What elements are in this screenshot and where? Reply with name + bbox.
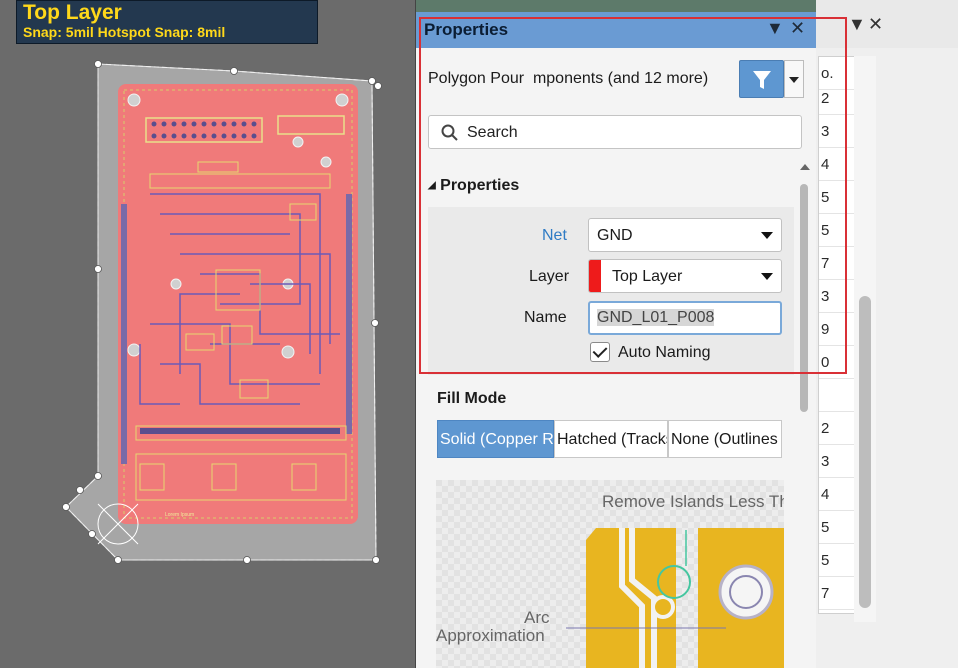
- panel-menu-icon[interactable]: ▼: [848, 14, 866, 35]
- name-field[interactable]: GND_L01_P008: [588, 301, 782, 335]
- chevron-down-icon: [789, 77, 799, 83]
- properties-section-title: Properties: [440, 177, 520, 194]
- background-panel: ▼ ✕ o. 2 3 4 5 5 7 3 9 0 2 3 4 5 5 7: [810, 0, 958, 668]
- background-panel-header: ▼ ✕: [810, 0, 958, 48]
- net-value: GND: [597, 227, 633, 244]
- net-label[interactable]: Net: [542, 227, 567, 245]
- filter-button[interactable]: [739, 60, 784, 98]
- collapse-triangle-icon: ◢: [428, 180, 436, 191]
- background-scrollbar-thumb[interactable]: [859, 296, 871, 608]
- panel-menu-icon[interactable]: ▼: [766, 18, 784, 39]
- background-scrollbar[interactable]: [854, 56, 876, 622]
- approximation-callout: Approximation: [436, 626, 545, 645]
- properties-panel-header: Properties ▼ ✕: [416, 12, 816, 48]
- pcb-canvas[interactable]: Lorem Ipsum: [0, 44, 414, 668]
- auto-naming-checkbox[interactable]: [590, 342, 610, 362]
- filter-dropdown-button[interactable]: [784, 60, 804, 98]
- selection-filter-summary: Polygon Pour mponents (and 12 more): [428, 70, 709, 87]
- arc-callout: Arc: [524, 608, 550, 627]
- panel-top-strip: [416, 0, 816, 12]
- scroll-up-icon: [800, 164, 810, 170]
- layer-label: Layer: [529, 268, 570, 285]
- panel-title: Properties: [424, 20, 509, 39]
- name-label: Name: [524, 309, 567, 326]
- snap-info: Snap: 5mil Hotspot Snap: 8mil: [23, 24, 226, 40]
- pcb-drawing[interactable]: Lorem Ipsum: [0, 44, 414, 668]
- properties-section-header[interactable]: ◢ Properties: [428, 177, 519, 195]
- layer-color-swatch: [589, 260, 601, 292]
- properties-panel: Properties ▼ ✕ Polygon Pour mponents (an…: [415, 0, 816, 668]
- panel-scrollbar-thumb: [800, 184, 808, 412]
- chevron-down-icon: [761, 232, 773, 239]
- search-icon: [441, 124, 458, 141]
- net-select[interactable]: GND: [588, 218, 782, 252]
- search-placeholder: Search: [467, 124, 518, 141]
- panel-scrollbar[interactable]: [798, 160, 812, 412]
- close-icon[interactable]: ✕: [790, 18, 805, 39]
- name-value: GND_L01_P008: [597, 309, 715, 326]
- auto-naming-label: Auto Naming: [618, 344, 711, 361]
- fill-mode-none[interactable]: None (Outlines: [668, 420, 782, 458]
- fill-mode-solid[interactable]: Solid (Copper R: [437, 420, 554, 458]
- islands-callout: Remove Islands Less Th: [602, 492, 784, 511]
- svg-text:Lorem Ipsum: Lorem Ipsum: [165, 512, 194, 518]
- layer-select[interactable]: Top Layer: [588, 259, 782, 293]
- layer-hud: Top Layer Snap: 5mil Hotspot Snap: 8mil: [16, 0, 318, 44]
- fill-mode-preview: Remove Islands Less Th Arc Approximation: [436, 480, 784, 668]
- close-icon[interactable]: ✕: [868, 14, 883, 35]
- current-layer-label: Top Layer: [23, 1, 122, 24]
- fill-mode-hatched[interactable]: Hatched (Tracks: [554, 420, 668, 458]
- fill-mode-title: Fill Mode: [437, 390, 507, 407]
- chevron-down-icon: [761, 273, 773, 280]
- layer-value: Top Layer: [612, 268, 683, 285]
- funnel-icon: [753, 71, 771, 89]
- search-input[interactable]: Search: [428, 115, 802, 149]
